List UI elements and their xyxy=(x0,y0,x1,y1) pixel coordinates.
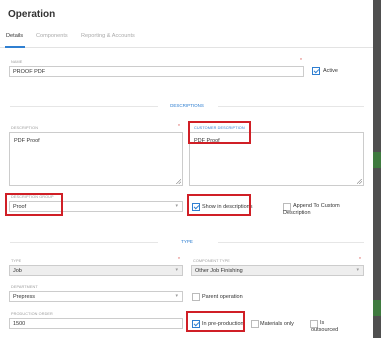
materials-only-checkbox[interactable] xyxy=(251,320,259,328)
active-label: Active xyxy=(323,68,338,74)
type-section-header: TYPE xyxy=(10,239,364,245)
parent-operation-label: Parent operation xyxy=(202,294,243,300)
resize-handle-icon[interactable] xyxy=(176,179,181,184)
type-section-title: TYPE xyxy=(181,239,193,244)
descriptions-section-header: DESCRIPTIONS xyxy=(10,103,364,109)
tab-reporting-accounts[interactable]: Reporting & Accounts xyxy=(81,33,135,39)
append-to-custom-label-line2: Description xyxy=(283,210,311,216)
chevron-down-icon: ▾ xyxy=(175,203,178,209)
department-label: DEPARTMENT xyxy=(11,285,38,289)
component-type-required-mark: * xyxy=(359,257,361,263)
descriptions-section-title: DESCRIPTIONS xyxy=(170,103,204,108)
is-outsourced-label: Is xyxy=(320,320,325,326)
description-group-select[interactable]: Proof ▾ xyxy=(9,201,183,212)
type-select[interactable]: Job ▾ xyxy=(9,265,183,276)
component-type-select[interactable]: Other Job Finishing ▾ xyxy=(191,265,364,276)
active-checkbox[interactable] xyxy=(312,67,320,75)
type-required-mark: * xyxy=(178,257,180,263)
name-input[interactable]: PROOF PDF xyxy=(9,66,304,77)
materials-only-label: Materials only xyxy=(260,321,294,327)
parent-operation-checkbox[interactable] xyxy=(192,293,200,301)
resize-handle-icon[interactable] xyxy=(357,179,362,184)
department-select[interactable]: Prepress ▾ xyxy=(9,291,183,302)
component-type-value: Other Job Finishing xyxy=(195,268,243,274)
chevron-down-icon: ▾ xyxy=(175,293,178,299)
description-required-mark: * xyxy=(178,124,180,130)
chevron-down-icon: ▾ xyxy=(356,267,359,273)
dialog-title: Operation xyxy=(8,9,56,20)
customer-description-text: PDF Proof xyxy=(194,138,220,144)
name-required-mark: * xyxy=(300,58,302,64)
customer-description-label: CUSTOMER DESCRIPTION xyxy=(194,126,245,130)
component-type-label: COMPONENT TYPE xyxy=(193,259,230,263)
in-pre-production-label: In pre-production xyxy=(202,321,244,327)
type-label: TYPE xyxy=(11,259,22,263)
production-order-input[interactable]: 1500 xyxy=(9,318,183,329)
description-group-label: DESCRIPTION GROUP xyxy=(11,195,54,199)
tab-details[interactable]: Details xyxy=(6,33,23,39)
operation-dialog: Operation Details Components Reporting &… xyxy=(0,0,373,338)
append-to-custom-label: Append To Custom xyxy=(293,203,340,209)
description-textarea[interactable]: PDF Proof xyxy=(9,132,183,186)
department-value: Prepress xyxy=(13,294,36,300)
description-group-value: Proof xyxy=(13,204,27,210)
show-in-descriptions-label: Show in descriptions xyxy=(202,204,253,210)
active-tab-indicator xyxy=(5,46,25,48)
chevron-down-icon: ▾ xyxy=(175,267,178,273)
description-label: DESCRIPTION xyxy=(11,126,39,130)
background-page xyxy=(373,0,381,338)
tab-components[interactable]: Components xyxy=(36,33,68,39)
in-pre-production-checkbox[interactable] xyxy=(192,320,200,328)
type-value: Job xyxy=(13,268,22,274)
description-text: PDF Proof xyxy=(14,138,40,144)
show-in-descriptions-checkbox[interactable] xyxy=(192,203,200,211)
customer-description-textarea[interactable]: PDF Proof xyxy=(189,132,364,186)
name-label: NAME xyxy=(11,60,23,64)
is-outsourced-label-line2: outsourced xyxy=(311,327,339,333)
production-order-label: PRODUCTION ORDER xyxy=(11,312,53,316)
tab-bar: Details Components Reporting & Accounts xyxy=(0,28,373,48)
